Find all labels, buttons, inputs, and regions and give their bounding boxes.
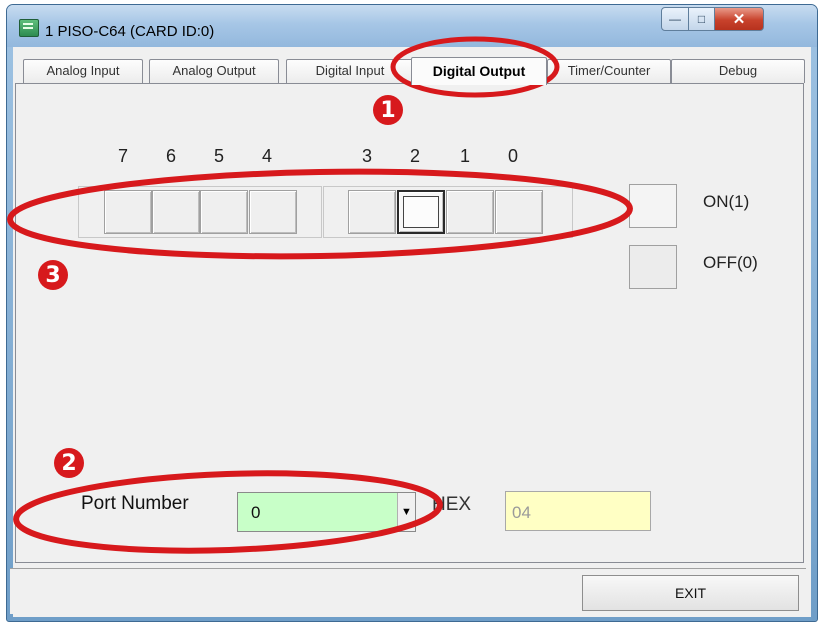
tab-analog-input[interactable]: Analog Input <box>23 59 143 83</box>
tab-analog-output[interactable]: Analog Output <box>149 59 279 83</box>
bit-label-3: 3 <box>362 146 373 166</box>
annotation-marker-3: 3 <box>38 260 68 290</box>
off-legend-label: OFF(0) <box>703 253 758 272</box>
port-number-value: 0 <box>251 503 261 522</box>
annotation-marker-1: 1 <box>373 95 403 125</box>
hex-label: HEX <box>432 494 472 515</box>
hex-value: 04 <box>512 503 531 522</box>
port-number-select[interactable]: 0 ▼ <box>237 492 416 532</box>
tab-strip: Analog Input Analog Output Digital Input… <box>15 57 809 85</box>
exit-button[interactable]: EXIT <box>582 575 799 611</box>
close-button[interactable]: ✕ <box>714 7 764 31</box>
tab-digital-input[interactable]: Digital Input <box>286 59 414 83</box>
chevron-down-icon[interactable]: ▼ <box>397 493 415 531</box>
bit-5-button[interactable] <box>200 190 248 234</box>
on-legend-label: ON(1) <box>703 192 750 211</box>
bit-0-button[interactable] <box>495 190 543 234</box>
bit-label-1: 1 <box>460 146 471 166</box>
annotation-marker-2: 2 <box>54 448 84 478</box>
bit-7-button[interactable] <box>104 190 152 234</box>
bit-1-button[interactable] <box>446 190 494 234</box>
minimize-button[interactable]: — <box>661 7 689 31</box>
bit-6-button[interactable] <box>152 190 200 234</box>
tab-timer-counter[interactable]: Timer/Counter <box>547 59 671 83</box>
bit-label-4: 4 <box>262 146 273 166</box>
hex-value-field: 04 <box>505 491 651 531</box>
port-number-label: Port Number <box>81 493 189 514</box>
off-legend-box <box>629 245 677 289</box>
bit-label-0: 0 <box>508 146 519 166</box>
maximize-button[interactable]: □ <box>688 7 715 31</box>
on-legend-box <box>629 184 677 228</box>
maximize-icon: □ <box>697 12 706 26</box>
minimize-icon: — <box>669 12 681 26</box>
window-title: 1 PISO-C64 (CARD ID:0) <box>45 23 215 40</box>
tab-digital-output[interactable]: Digital Output <box>411 57 547 85</box>
title-bar[interactable]: 1 PISO-C64 (CARD ID:0) — □ ✕ <box>7 5 817 47</box>
bit-label-2: 2 <box>410 146 421 166</box>
close-icon: ✕ <box>732 11 746 28</box>
tab-debug[interactable]: Debug <box>671 59 805 83</box>
bit-2-button[interactable] <box>397 190 445 234</box>
bit-label-5: 5 <box>214 146 225 166</box>
bit-3-button[interactable] <box>348 190 396 234</box>
bit-label-6: 6 <box>166 146 177 166</box>
bit-label-7: 7 <box>118 146 129 166</box>
app-icon <box>19 19 39 37</box>
bit-4-button[interactable] <box>249 190 297 234</box>
